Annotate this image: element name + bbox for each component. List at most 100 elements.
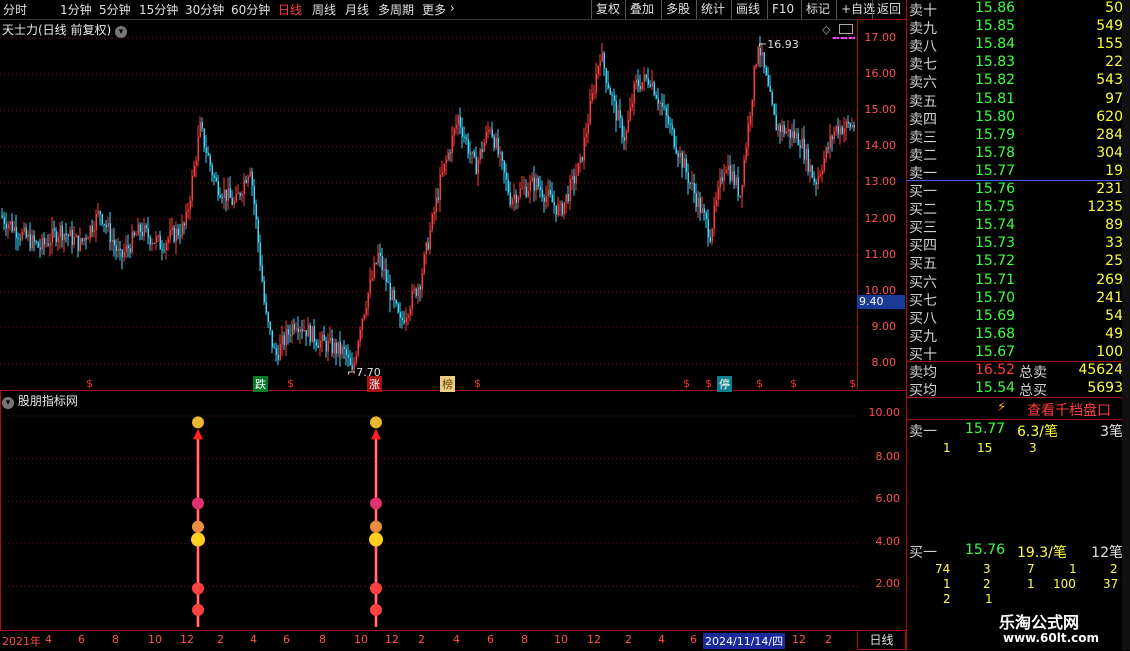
dollar-marker[interactable]: $ [705,377,712,390]
candle-body [785,131,787,134]
level-price: 15.83 [975,54,1016,71]
f10-button[interactable]: F10 [767,0,798,19]
candle-body [213,175,215,178]
indicator-title-bar[interactable]: ▾ 股朋指标网 [2,392,78,409]
candle-body [315,341,317,346]
period-15min[interactable]: 15分钟 [139,1,178,18]
period-multi[interactable]: 多周期 [378,1,414,18]
candle-body [301,329,303,332]
level-price: 15.85 [975,18,1016,35]
dollar-marker[interactable]: $ [86,377,93,390]
sell-level-row[interactable]: 卖六 15.82 543 [907,72,1123,91]
sell-level-row[interactable]: 卖二 15.78 304 [907,145,1123,164]
candle-body [481,149,483,152]
high-annotation: ⌐16.93 [758,38,799,51]
period-1min[interactable]: 1分钟 [60,1,92,18]
period-more[interactable]: 更多 [422,1,446,18]
sell-level-row[interactable]: 卖十 15.86 50 [907,0,1123,19]
buy-level-row[interactable]: 买四 15.73 33 [907,235,1123,254]
level-volume: 50 [1105,0,1123,16]
period-daily[interactable]: 日线 [278,1,302,18]
period-fenshi[interactable]: 分时 [3,1,27,18]
buy-level-row[interactable]: 买三 15.74 89 [907,217,1123,236]
candle-body [795,133,797,139]
level-price: 15.72 [975,253,1016,270]
candle-body [691,182,693,184]
sell-level-row[interactable]: 卖三 15.79 284 [907,127,1123,146]
candle-body [99,211,101,215]
stats-button[interactable]: 统计 [696,0,729,19]
signal-halt[interactable]: 停 [717,376,732,392]
sell-level-row[interactable]: 卖七 15.83 22 [907,54,1123,73]
candle-body [735,177,737,185]
ytick: 9.00 [871,320,897,333]
candle-body [567,194,569,202]
dollar-marker[interactable]: $ [683,377,690,390]
buy-level-row[interactable]: 买一 15.76 231 [907,181,1123,200]
level-label: 卖九 [909,21,937,38]
ytick: 4.00 [875,535,901,548]
signal-rise[interactable]: 涨 [367,376,382,392]
level-price: 15.69 [975,307,1016,324]
buy-level-row[interactable]: 买九 15.68 49 [907,326,1123,345]
sell-level-row[interactable]: 卖九 15.85 549 [907,18,1123,38]
period-monthly[interactable]: 月线 [345,1,369,18]
candle-body [361,319,363,330]
candle-body [289,334,291,336]
dollar-marker[interactable]: $ [849,377,856,390]
dollar-marker[interactable]: $ [287,377,294,390]
draw-line-button[interactable]: 画线 [731,0,764,19]
buy-level-row[interactable]: 买五 15.72 25 [907,253,1123,272]
buy-level-row[interactable]: 买六 15.71 269 [907,272,1123,291]
chevron-right-icon[interactable]: › [450,1,455,15]
period-60min[interactable]: 60分钟 [231,1,270,18]
chevron-down-icon[interactable]: ▾ [2,397,14,409]
xtick: 2 [418,633,425,646]
back-button[interactable]: 返回 [872,0,905,19]
candle-body [57,236,59,243]
candle-body [363,314,365,320]
multi-stock-button[interactable]: 多股 [661,0,694,19]
dollar-marker[interactable]: $ [790,377,797,390]
sell-level-row[interactable]: 卖八 15.84 155 [907,36,1123,55]
sell-level-row[interactable]: 卖一 15.77 19 [907,163,1123,182]
sell-level-row[interactable]: 卖四 15.80 620 [907,109,1123,128]
dollar-marker[interactable]: $ [474,377,481,390]
thousand-level-link[interactable]: 查看千档盘口 [1027,400,1111,420]
candle-body [685,158,687,173]
period-5min[interactable]: 5分钟 [99,1,131,18]
candle-body [287,329,289,335]
signal-fall[interactable]: 跌 [253,376,268,392]
candle-body [579,156,581,164]
candle-body [237,193,239,195]
buy-level-row[interactable]: 买七 15.70 241 [907,290,1123,309]
dollar-marker[interactable]: $ [756,377,763,390]
buy-level-row[interactable]: 买八 15.69 54 [907,307,1123,327]
candle-body [705,212,707,219]
candle-body [317,345,319,348]
candle-body [135,235,137,237]
candle-body [305,330,307,337]
candle-body [829,136,831,149]
candle-body [687,172,689,183]
candle-body [543,197,545,202]
period-indicator[interactable]: 日线 [857,630,906,650]
xtick: 6 [78,633,85,646]
candle-body [673,129,675,148]
period-weekly[interactable]: 周线 [312,1,336,18]
buy-level-row[interactable]: 买十 15.67 100 [907,344,1123,363]
sell-level-row[interactable]: 卖五 15.81 97 [907,91,1123,110]
candle-body [485,131,487,143]
mark-button[interactable]: 标记 [801,0,834,19]
xtick: 12 [792,633,806,646]
side-scroll-strip[interactable] [1122,0,1130,650]
buy-level-row[interactable]: 买二 15.75 1235 [907,199,1123,218]
signal-board[interactable]: 榜 [440,376,455,392]
candle-body [93,230,95,232]
period-30min[interactable]: 30分钟 [185,1,224,18]
level-label: 卖二 [909,147,937,164]
candle-body [749,116,751,124]
candle-body [523,186,525,188]
fuquan-button[interactable]: 复权 [591,0,624,19]
overlay-button[interactable]: 叠加 [625,0,658,19]
